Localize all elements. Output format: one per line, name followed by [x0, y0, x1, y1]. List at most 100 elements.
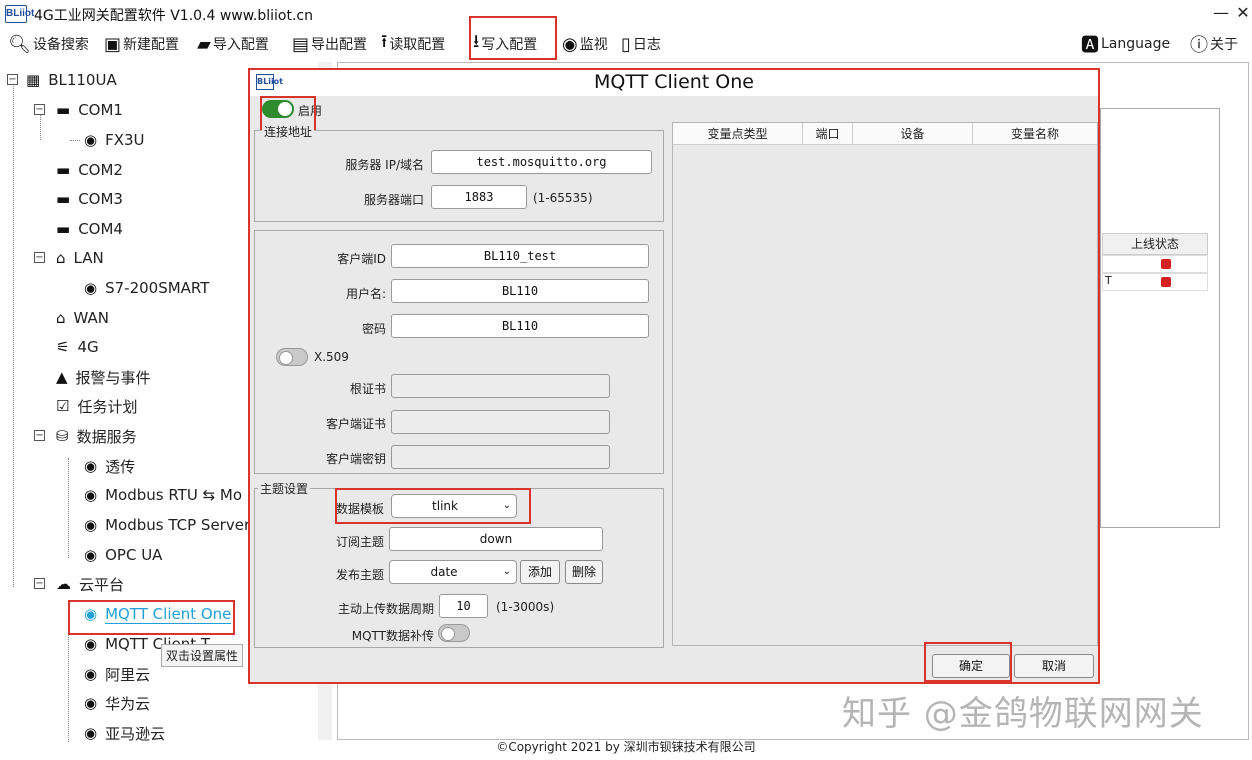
- tree-node-s7-200smart[interactable]: ◉ S7-200SMART: [84, 276, 209, 300]
- language-button[interactable]: 🅰︎ Language: [1081, 31, 1170, 57]
- offline-status-icon: [1161, 259, 1171, 269]
- period-input[interactable]: 10: [439, 594, 488, 618]
- resend-toggle[interactable]: [438, 624, 470, 642]
- tree-node-modbus-rtu[interactable]: ◉ Modbus RTU ⇆ Mo: [84, 483, 242, 507]
- port-hint: (1-65535): [533, 191, 593, 205]
- column-header[interactable]: 变量点类型: [673, 123, 803, 145]
- toolbar-label: 监视: [579, 37, 608, 53]
- tree-line: [13, 82, 14, 587]
- toolbar-label: 日志: [632, 37, 661, 53]
- port-input[interactable]: 1883: [431, 185, 527, 209]
- client-id-input[interactable]: BL110_test: [391, 244, 649, 268]
- tree-node-lan[interactable]: ⌂ LAN: [56, 246, 104, 270]
- chevron-down-icon: ⌄: [502, 566, 511, 577]
- info-icon: ⓘ: [1190, 35, 1208, 56]
- column-header[interactable]: 端口: [803, 123, 853, 145]
- tree-node-label: 华为云: [105, 694, 151, 713]
- folder-icon: ▰: [197, 33, 211, 55]
- tree-node-label: 报警与事件: [75, 368, 151, 387]
- device-search-button[interactable]: 🔍︎ 设备搜索: [8, 31, 89, 57]
- tree-node-wan[interactable]: ⌂ WAN: [56, 306, 109, 330]
- toolbar: 🔍︎ 设备搜索 ▣ 新建配置 ▰ 导入配置 ▤ 导出配置 ⭱ 读取配置 ⭳ 写入…: [0, 16, 1252, 60]
- period-label: 主动上传数据周期: [337, 602, 434, 616]
- x509-toggle[interactable]: [276, 348, 308, 366]
- tree-node-aliyun[interactable]: ◉ 阿里云: [84, 662, 150, 686]
- close-button[interactable]: ✕: [1232, 2, 1252, 24]
- tree-node-com3[interactable]: ▬ COM3: [56, 187, 123, 211]
- tree-node-4g[interactable]: ⚟ 4G: [56, 335, 99, 359]
- client-key-label: 客户端密钥: [325, 452, 386, 466]
- expand-toggle[interactable]: −: [34, 430, 45, 441]
- mqtt-dialog: BLiiot MQTT Client One 启用 连接地址 服务器 IP/域名…: [248, 68, 1100, 684]
- username-input[interactable]: BL110: [391, 279, 649, 303]
- toolbar-label: 新建配置: [123, 37, 180, 53]
- tree-node-label: BL110UA: [48, 71, 117, 89]
- tree-node-task[interactable]: ☑ 任务计划: [56, 394, 137, 418]
- add-topic-button[interactable]: 添加: [520, 560, 560, 584]
- tree-node-huawei[interactable]: ◉ 华为云: [84, 691, 150, 715]
- period-hint: (1-3000s): [496, 600, 555, 614]
- language-label: Language: [1101, 36, 1171, 52]
- tree-node-label: COM2: [78, 161, 123, 179]
- title-bar: BLiiot 4G工业网关配置软件 V1.0.4 www.bliiot.cn —…: [0, 0, 1252, 28]
- publish-select[interactable]: date ⌄: [389, 560, 517, 584]
- expand-toggle[interactable]: −: [34, 104, 45, 115]
- client-key-input[interactable]: [391, 445, 610, 469]
- tree-node-label: 数据服务: [76, 427, 137, 446]
- tree-node-label: Modbus RTU ⇆ Mo: [105, 486, 243, 504]
- serial-port-icon: ▬: [56, 220, 71, 238]
- tree-node-cloud[interactable]: ☁ 云平台: [56, 572, 124, 596]
- tree-node-com1[interactable]: ▬ COM1: [56, 98, 123, 122]
- tree-node-label: 透传: [105, 457, 136, 476]
- tree-node-modbus-tcp[interactable]: ◉ Modbus TCP Server: [84, 513, 250, 537]
- tree-root-bl110ua[interactable]: ▦ BL110UA: [26, 68, 117, 92]
- server-label: 服务器 IP/域名: [345, 158, 424, 172]
- tree-node-fx3u[interactable]: ◉ FX3U: [84, 128, 145, 152]
- export-config-button[interactable]: ▤ 导出配置: [292, 31, 367, 57]
- delete-topic-button[interactable]: 删除: [565, 560, 603, 584]
- status-row: T: [1102, 273, 1208, 291]
- log-button[interactable]: ▯ 日志: [621, 31, 661, 57]
- tree-node-alarm[interactable]: ▲ 报警与事件: [56, 365, 151, 389]
- root-cert-input[interactable]: [391, 374, 610, 398]
- client-cert-label: 客户端证书: [325, 417, 386, 431]
- client-cert-input[interactable]: [391, 410, 610, 434]
- tree-node-data-service[interactable]: ⛁ 数据服务: [56, 424, 137, 448]
- translate-icon: 🅰︎: [1081, 35, 1099, 56]
- about-button[interactable]: ⓘ 关于: [1190, 31, 1238, 57]
- publish-label: 发布主题: [335, 568, 384, 582]
- offline-status-icon: [1161, 277, 1171, 287]
- tree-node-label: Modbus TCP Server: [105, 516, 251, 534]
- tree-node-opc-ua[interactable]: ◉ OPC UA: [84, 543, 162, 567]
- tree-node-com2[interactable]: ▬ COM2: [56, 158, 123, 182]
- copyright-footer: ©Copyright 2021 by 深圳市钡铼技术有限公司: [496, 740, 756, 754]
- password-input[interactable]: BL110: [391, 314, 649, 338]
- tree-node-transparent[interactable]: ◉ 透传: [84, 454, 135, 478]
- new-config-icon: ▣: [104, 33, 122, 55]
- device-icon: ◉: [84, 635, 98, 653]
- cancel-button[interactable]: 取消: [1014, 654, 1094, 678]
- publish-value: date: [430, 565, 458, 579]
- monitor-button[interactable]: ◉ 监视: [562, 31, 608, 57]
- minimize-button[interactable]: —: [1210, 2, 1232, 24]
- tree-node-label: 4G: [77, 338, 99, 356]
- expand-toggle[interactable]: −: [34, 252, 45, 263]
- new-config-button[interactable]: ▣ 新建配置: [104, 31, 179, 57]
- device-icon: ◉: [84, 694, 98, 712]
- monitor-icon: ◉: [562, 33, 578, 55]
- column-header[interactable]: 变量名称: [973, 123, 1097, 145]
- variable-table: 变量点类型 端口 设备 变量名称: [672, 122, 1098, 646]
- expand-toggle[interactable]: −: [7, 74, 18, 85]
- device-icon: ◉: [84, 457, 98, 475]
- tree-node-label: 阿里云: [105, 665, 151, 684]
- subscribe-input[interactable]: down: [389, 527, 603, 551]
- column-header[interactable]: 设备: [853, 123, 973, 145]
- tree-node-com4[interactable]: ▬ COM4: [56, 217, 123, 241]
- window-title: 4G工业网关配置软件 V1.0.4 www.bliiot.cn: [34, 8, 314, 24]
- expand-toggle[interactable]: −: [34, 578, 45, 589]
- mqtt-node-highlight: [68, 600, 235, 635]
- read-config-button[interactable]: ⭱ 读取配置: [381, 31, 445, 57]
- server-input[interactable]: test.mosquitto.org: [431, 150, 652, 174]
- connection-group-title: 连接地址: [262, 123, 315, 140]
- import-config-button[interactable]: ▰ 导入配置: [197, 31, 269, 57]
